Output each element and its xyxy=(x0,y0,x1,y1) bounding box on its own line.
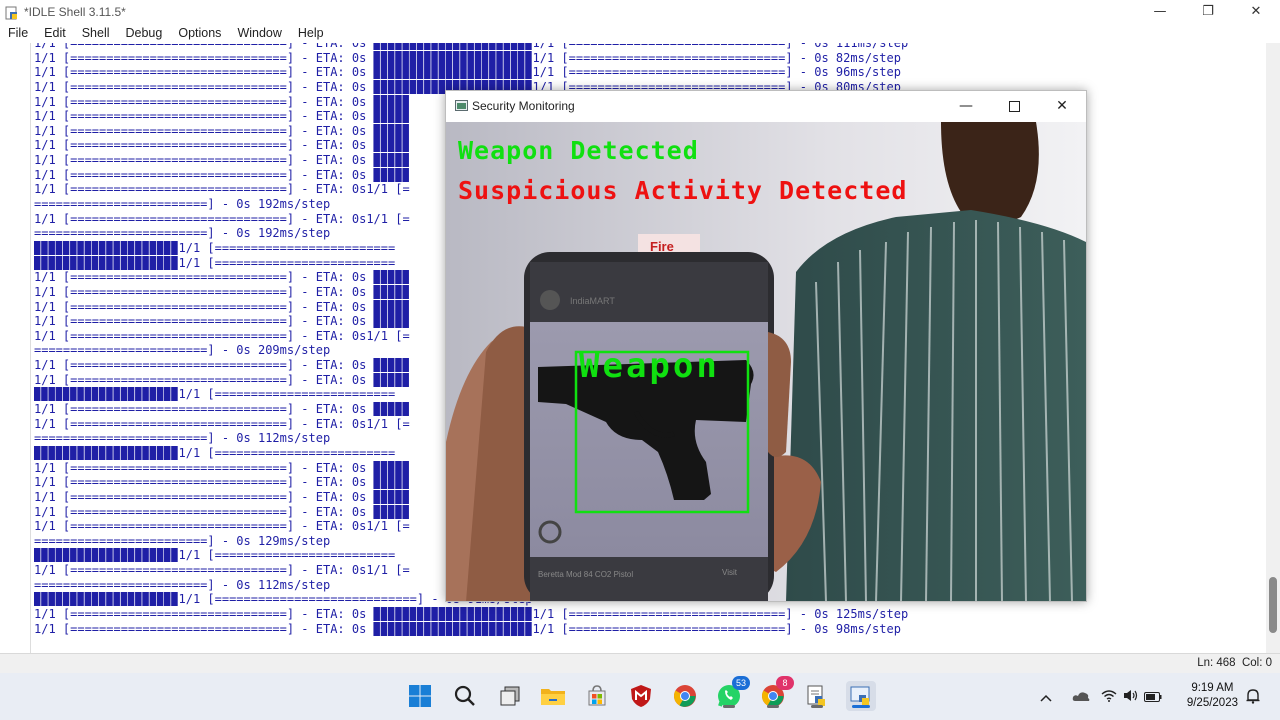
phone-caption-right: Visit xyxy=(722,568,738,577)
idle-statusbar: Ln: 468 Col: 0 xyxy=(0,653,1280,674)
menu-window[interactable]: Window xyxy=(229,26,289,40)
idle-window-controls: — ❐ ✕ xyxy=(1136,0,1280,23)
menu-debug[interactable]: Debug xyxy=(118,26,171,40)
minimize-icon[interactable]: — xyxy=(1136,0,1184,23)
idle-app-icon xyxy=(5,5,19,19)
menu-edit[interactable]: Edit xyxy=(36,26,74,40)
file-explorer-icon[interactable] xyxy=(538,681,568,711)
monitor-titlebar: Security Monitoring — ✕ xyxy=(446,91,1086,121)
close-icon[interactable]: ✕ xyxy=(1038,91,1086,121)
idle-titlebar: *IDLE Shell 3.11.5* — ❐ ✕ xyxy=(0,0,1280,23)
menu-file[interactable]: File xyxy=(0,26,36,40)
chrome-icon[interactable] xyxy=(670,681,700,711)
clock-time: 9:19 AM xyxy=(1191,682,1234,694)
system-tray xyxy=(1036,673,1164,720)
monitor-window-title: Security Monitoring xyxy=(472,99,575,113)
line-gutter xyxy=(0,43,31,653)
weapon-box-label: Weapon xyxy=(579,346,720,386)
idle-python-icon[interactable] xyxy=(846,681,876,711)
phone-caption: Beretta Mod 84 CO2 Pistol xyxy=(538,570,633,579)
line-number: Ln: 468 xyxy=(1197,657,1236,669)
maximize-icon[interactable] xyxy=(990,91,1038,121)
minimize-icon[interactable]: — xyxy=(942,91,990,121)
chrome-profile-badge: 8 xyxy=(776,676,794,690)
idle-window-title: *IDLE Shell 3.11.5* xyxy=(24,4,126,19)
speaker-icon[interactable] xyxy=(1120,687,1142,706)
restore-icon[interactable]: ❐ xyxy=(1184,0,1232,23)
idle-menubar: File Edit Shell Debug Options Window Hel… xyxy=(0,23,1280,43)
search-icon[interactable] xyxy=(450,681,480,711)
running-indicator xyxy=(811,705,823,708)
security-monitoring-window[interactable]: Security Monitoring — ✕ Fire IndiaMART B… xyxy=(445,90,1087,602)
shell-output-line: 1/1 [==============================] - E… xyxy=(34,65,901,80)
fire-sign-text: Fire xyxy=(650,239,674,254)
onedrive-cloud-icon[interactable] xyxy=(1066,687,1096,706)
microsoft-store-icon[interactable] xyxy=(582,681,612,711)
shell-output-line: 1/1 [==============================] - E… xyxy=(34,43,909,50)
whatsapp-icon[interactable]: 53 xyxy=(714,676,750,711)
menu-options[interactable]: Options xyxy=(170,26,229,40)
camera-feed: Fire IndiaMART Beretta Mod 84 CO2 Pistol… xyxy=(446,122,1086,601)
shell-output-line: 1/1 [==============================] - E… xyxy=(34,621,901,636)
mcafee-icon[interactable] xyxy=(626,681,656,711)
scrollbar-thumb[interactable] xyxy=(1269,577,1277,633)
notification-bell-icon[interactable] xyxy=(1240,681,1266,711)
notepad-python-icon[interactable] xyxy=(802,681,832,711)
menu-help[interactable]: Help xyxy=(290,26,332,40)
shell-output-line: 1/1 [==============================] - E… xyxy=(34,50,901,65)
opencv-window-icon xyxy=(455,97,468,116)
suspicious-activity-alert: Suspicious Activity Detected xyxy=(458,176,908,205)
battery-icon[interactable] xyxy=(1142,687,1164,706)
task-view-icon[interactable] xyxy=(495,681,525,711)
chrome-profile-icon[interactable]: 8 xyxy=(758,676,794,711)
column-number: Col: 0 xyxy=(1241,657,1272,669)
taskbar-clock[interactable]: 9:19 AM 9/25/2023 xyxy=(1187,681,1238,711)
weapon-detected-alert: Weapon Detected xyxy=(458,136,699,165)
menu-shell[interactable]: Shell xyxy=(74,26,118,40)
whatsapp-badge: 53 xyxy=(732,676,750,690)
windows-taskbar: 53 8 9:19 AM 9/25/2023 xyxy=(0,673,1280,720)
chevron-up-icon[interactable] xyxy=(1036,687,1056,706)
active-indicator xyxy=(852,705,870,708)
wifi-icon[interactable] xyxy=(1098,687,1120,706)
close-icon[interactable]: ✕ xyxy=(1232,0,1280,23)
phone-app-name: IndiaMART xyxy=(570,296,615,306)
windows-start-icon[interactable] xyxy=(405,681,435,711)
running-indicator xyxy=(767,705,779,708)
vertical-scrollbar[interactable] xyxy=(1266,43,1280,653)
cursor-position: Ln: 468 Col: 0 xyxy=(1197,657,1272,669)
running-indicator xyxy=(723,705,735,708)
monitor-window-controls: — ✕ xyxy=(942,91,1086,121)
clock-date: 9/25/2023 xyxy=(1186,697,1238,709)
shell-output-line: 1/1 [==============================] - E… xyxy=(34,606,909,621)
